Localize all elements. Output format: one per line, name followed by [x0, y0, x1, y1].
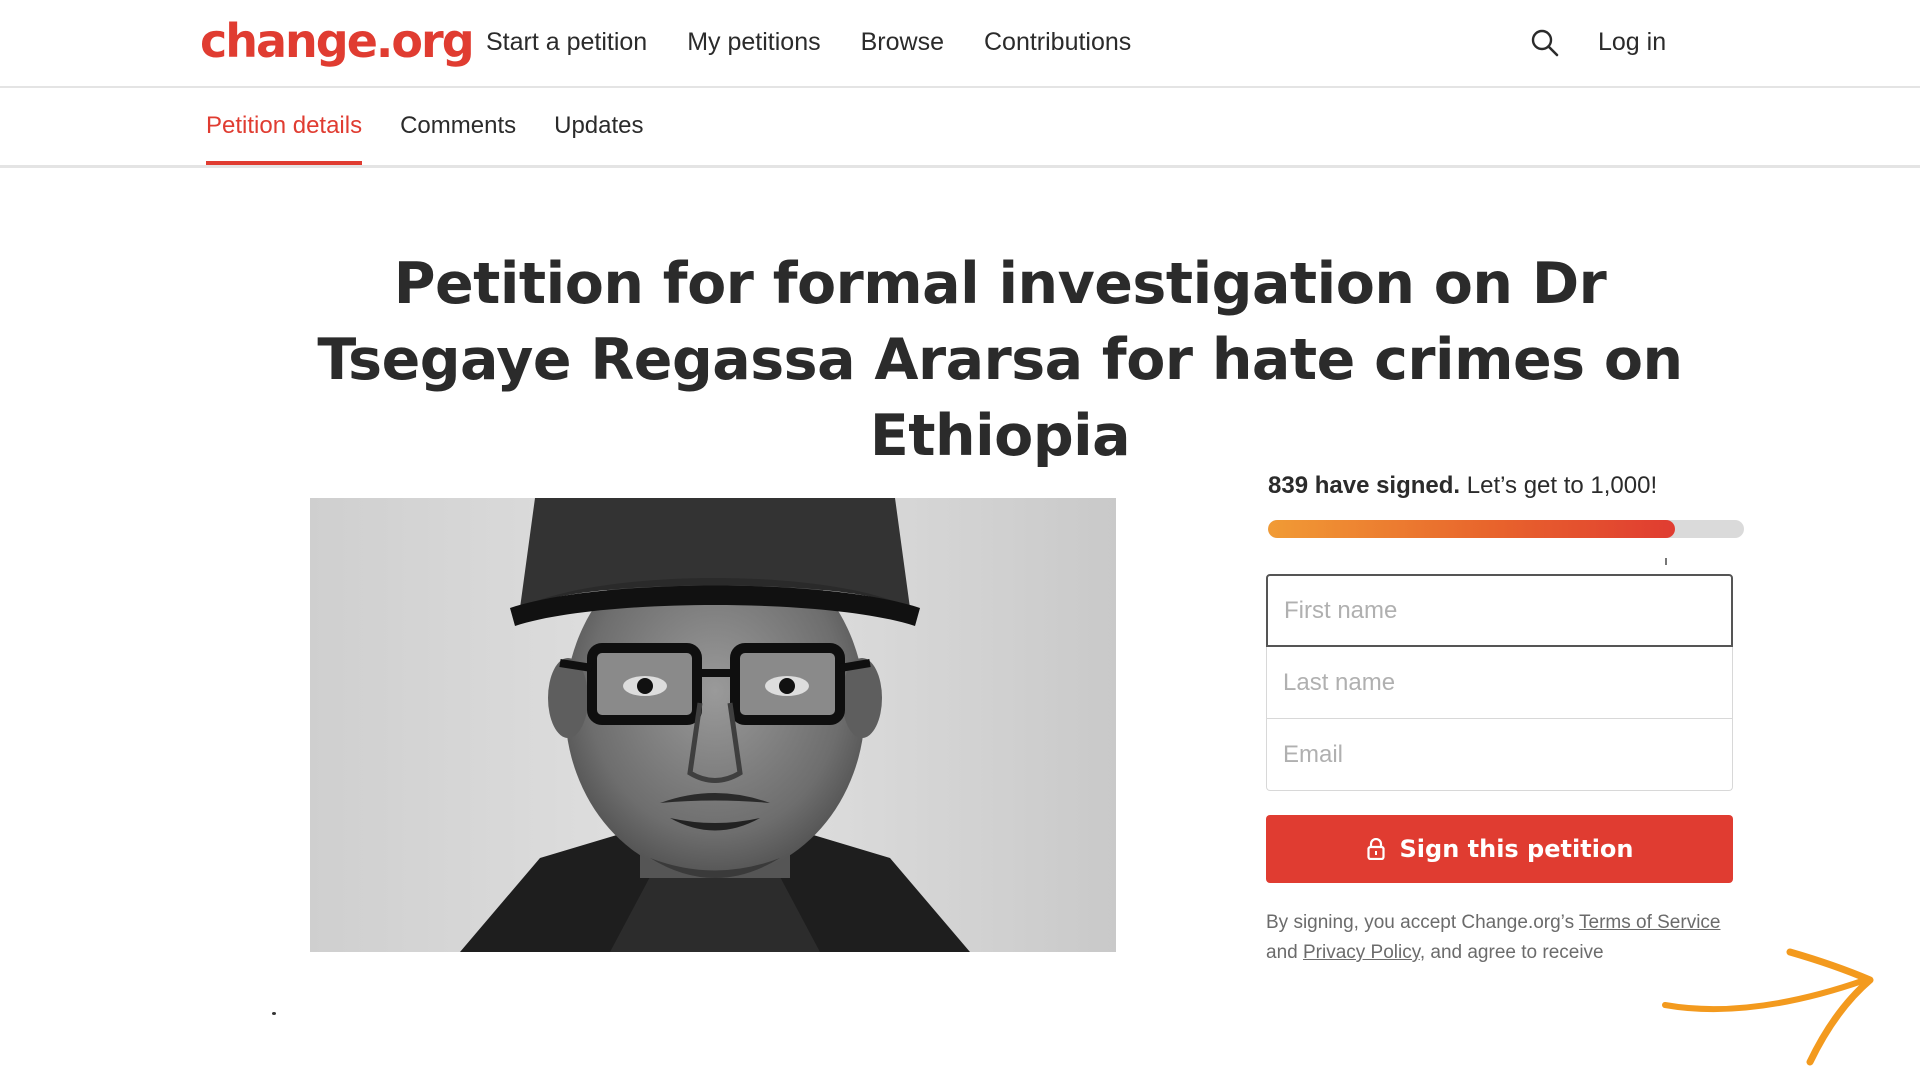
nav-browse[interactable]: Browse [861, 28, 944, 57]
sign-form [1266, 574, 1733, 791]
nav-my-petitions[interactable]: My petitions [687, 28, 820, 57]
arrow-right-icon [1660, 940, 1880, 1070]
privacy-policy-link[interactable]: Privacy Policy [1303, 942, 1420, 963]
lock-icon [1366, 837, 1386, 861]
progress-fill [1268, 520, 1676, 538]
nav-start-petition[interactable]: Start a petition [486, 28, 647, 57]
tab-updates[interactable]: Updates [554, 112, 643, 164]
last-name-input[interactable] [1266, 647, 1733, 719]
signed-count-text: 839 have signed. [1268, 472, 1461, 499]
tab-comments[interactable]: Comments [400, 112, 516, 164]
signature-progress-bar [1268, 520, 1744, 538]
main-nav: Start a petition My petitions Browse Con… [486, 28, 1131, 57]
goal-text: Let’s get to 1,000! [1466, 472, 1658, 499]
nav-contributions[interactable]: Contributions [984, 28, 1131, 57]
terms-of-service-link[interactable]: Terms of Service [1579, 912, 1720, 933]
petition-photo [310, 498, 1116, 952]
progress-tick [1665, 558, 1667, 565]
legal-suffix: , and agree to receive [1419, 942, 1604, 963]
legal-text: By signing, you accept Change.org’s Term… [1266, 908, 1726, 968]
change-org-logo[interactable]: change.org [200, 14, 475, 68]
first-name-input[interactable] [1266, 574, 1733, 647]
search-icon[interactable] [1530, 28, 1560, 58]
petition-tabs-bar: Petition details Comments Updates [0, 88, 1920, 168]
top-navigation: change.org Start a petition My petitions… [0, 0, 1920, 88]
legal-prefix: By signing, you accept Change.org’s [1266, 912, 1579, 933]
sign-petition-button[interactable]: Sign this petition [1266, 815, 1733, 883]
legal-and: and [1266, 942, 1303, 963]
signature-count: 839 have signed. Let’s get to 1,000! [1268, 472, 1657, 500]
petition-title: Petition for formal investigation on Dr … [317, 251, 1683, 469]
sign-petition-label: Sign this petition [1399, 835, 1634, 863]
tab-petition-details[interactable]: Petition details [206, 112, 363, 165]
decorative-speck [272, 1012, 276, 1015]
login-link[interactable]: Log in [1598, 28, 1666, 57]
email-input[interactable] [1266, 719, 1733, 791]
